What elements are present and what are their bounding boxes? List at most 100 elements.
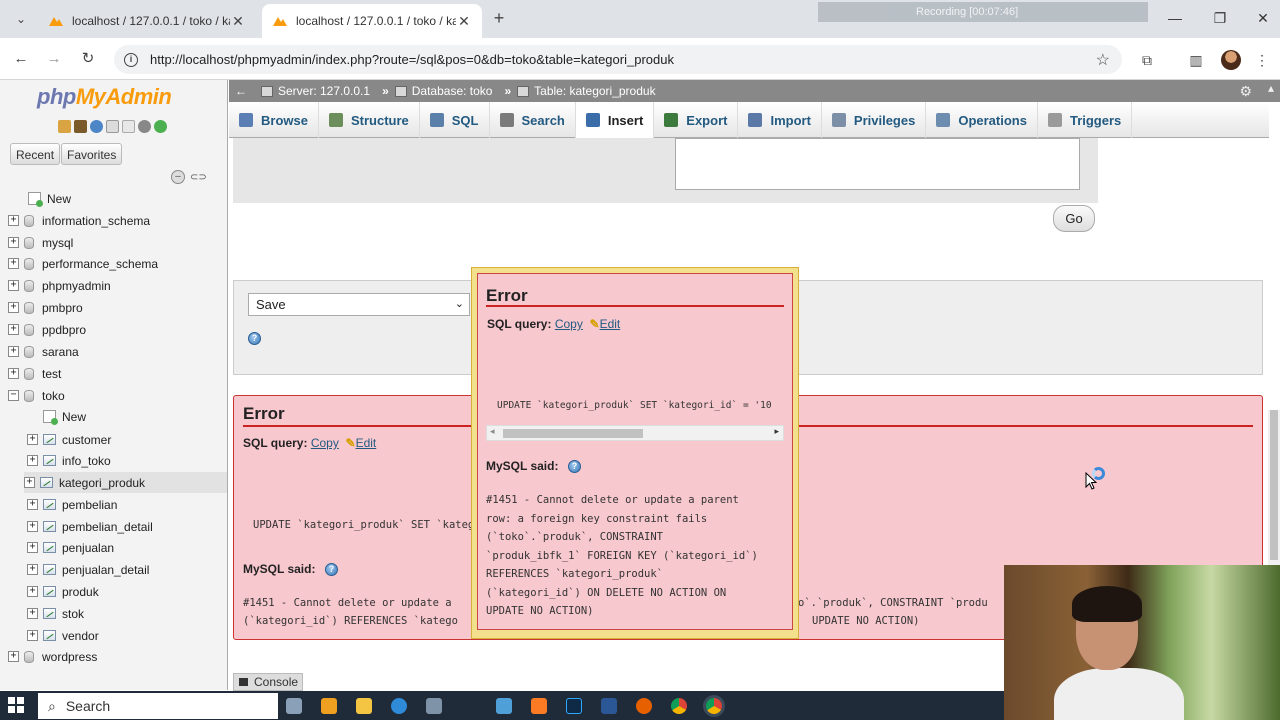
expand-icon[interactable]: + (8, 280, 19, 291)
expand-icon[interactable]: + (8, 237, 19, 248)
copy-icon[interactable] (122, 120, 135, 133)
tab-export[interactable]: Export (654, 102, 739, 138)
expand-icon[interactable]: + (8, 324, 19, 335)
tree-database-item[interactable]: + test (8, 363, 61, 384)
scroll-up-icon[interactable]: ▴ (1268, 81, 1274, 95)
docs-icon[interactable] (106, 120, 119, 133)
sublime-icon[interactable] (321, 698, 337, 714)
expand-icon[interactable]: + (27, 499, 38, 510)
tab-sql[interactable]: SQL (420, 102, 490, 138)
tree-table-item[interactable]: + pembelian_detail (27, 516, 153, 537)
chrome-active-icon[interactable] (706, 698, 722, 714)
settings-icon[interactable] (138, 120, 151, 133)
help-icon[interactable]: ? (248, 332, 261, 345)
dialog-copy-link[interactable]: Copy (555, 317, 583, 331)
go-button[interactable]: Go (1053, 205, 1095, 232)
logout-icon[interactable] (74, 120, 87, 133)
tab-search[interactable]: Search (490, 102, 576, 138)
scroll-left-icon[interactable]: ◂ (490, 426, 495, 437)
recent-button[interactable]: Recent (10, 143, 61, 165)
tree-database-item[interactable]: + sarana (8, 341, 79, 362)
collapse-arrow-icon[interactable]: ← (235, 84, 247, 98)
help-icon[interactable]: ? (568, 460, 581, 473)
tree-table-item[interactable]: + pembelian (27, 494, 117, 515)
file-explorer-icon[interactable] (356, 698, 372, 714)
tree-database-item[interactable]: + phpmyadmin (8, 275, 111, 296)
expand-icon[interactable]: + (27, 521, 38, 532)
profile-avatar[interactable] (1221, 50, 1241, 70)
console-toggle[interactable]: Console (233, 673, 303, 691)
close-tab-icon[interactable]: ✕ (230, 13, 246, 30)
back-icon[interactable]: ← (10, 48, 32, 70)
home-icon[interactable] (58, 120, 71, 133)
expand-icon[interactable]: + (8, 346, 19, 357)
maximize-icon[interactable]: ❐ (1205, 6, 1235, 30)
tree-table-item[interactable]: + info_toko (27, 450, 111, 471)
tab-import[interactable]: Import (738, 102, 822, 138)
breadcrumb-database[interactable]: Database: toko (394, 84, 492, 98)
help-icon[interactable]: ? (325, 563, 338, 576)
tree-table-item[interactable]: + penjualan_detail (27, 559, 149, 580)
menu-icon[interactable]: ⋮ (1252, 50, 1272, 70)
address-bar[interactable]: i http://localhost/phpmyadmin/index.php?… (114, 45, 1122, 74)
expand-icon[interactable]: + (27, 630, 38, 641)
tab-insert[interactable]: Insert (575, 102, 655, 138)
expand-icon[interactable]: + (8, 215, 19, 226)
tab-structure[interactable]: Structure (319, 102, 420, 138)
reload-icon[interactable]: ↻ (77, 48, 99, 70)
site-info-icon[interactable]: i (124, 52, 138, 67)
scrollbar-thumb[interactable] (503, 429, 643, 438)
tree-table-item[interactable]: + penjualan (27, 537, 114, 558)
firefox-icon[interactable] (636, 698, 652, 714)
vertical-scrollbar[interactable] (1268, 410, 1280, 570)
browser-tab-1[interactable]: localhost / 127.0.0.1 / toko / ka ✕ (38, 4, 256, 38)
link-with-main-icon[interactable]: ⊂⊃ (190, 172, 207, 183)
tab-browse[interactable]: Browse (229, 102, 319, 138)
tab-triggers[interactable]: Triggers (1038, 102, 1133, 138)
edge-icon[interactable] (391, 698, 407, 714)
expand-icon[interactable]: + (27, 455, 38, 466)
scroll-right-icon[interactable]: ▸ (774, 426, 779, 437)
close-tab-icon[interactable]: ✕ (456, 13, 472, 30)
breadcrumb-server[interactable]: Server: 127.0.0.1 (261, 84, 370, 98)
tree-database-item[interactable]: − toko (8, 385, 65, 406)
expand-icon[interactable]: + (8, 368, 19, 379)
tree-table-item[interactable]: + customer (27, 429, 111, 450)
tree-database-item[interactable]: + information_schema (8, 210, 150, 231)
tree-table-item[interactable]: + vendor (27, 625, 99, 646)
tree-table-item[interactable]: + stok (27, 603, 84, 624)
new-tab-button[interactable]: + (488, 8, 510, 30)
app-icon[interactable] (496, 698, 512, 714)
bookmark-star-icon[interactable]: ☆ (1096, 50, 1110, 70)
save-select[interactable]: Save ⌄ (248, 293, 470, 316)
edit-link[interactable]: Edit (356, 436, 377, 450)
scrollbar-thumb[interactable] (1270, 410, 1278, 560)
side-panel-icon[interactable]: ▥ (1186, 50, 1206, 70)
forward-icon[interactable]: → (43, 48, 65, 70)
tab-search-icon[interactable]: ⌄ (10, 10, 32, 28)
tree-item-new[interactable]: New (27, 406, 86, 427)
tree-item-new[interactable]: New (28, 188, 71, 209)
task-view-icon[interactable] (286, 698, 302, 714)
horizontal-scrollbar[interactable]: ◂ ▸ (486, 425, 784, 441)
expand-icon[interactable]: + (27, 542, 38, 553)
close-window-icon[interactable]: ✕ (1248, 6, 1278, 30)
breadcrumb-table[interactable]: Table: kategori_produk (517, 84, 656, 98)
favorites-button[interactable]: Favorites (61, 143, 123, 165)
phpmyadmin-logo[interactable]: phpMyAdmin (37, 84, 172, 110)
help-icon[interactable] (90, 120, 103, 133)
tree-database-item[interactable]: + ppdbpro (8, 319, 86, 340)
expand-icon[interactable]: + (27, 586, 38, 597)
expand-icon[interactable]: + (8, 258, 19, 269)
expand-icon[interactable]: + (27, 564, 38, 575)
tree-table-item[interactable]: + kategori_produk (24, 472, 227, 493)
tree-database-item[interactable]: + performance_schema (8, 253, 158, 274)
app-icon[interactable] (426, 698, 442, 714)
expand-icon[interactable]: − (8, 390, 19, 401)
collapse-all-icon[interactable]: – (171, 170, 185, 184)
copy-link[interactable]: Copy (311, 436, 339, 450)
extensions-icon[interactable]: ⧉ (1137, 50, 1157, 70)
tree-database-item[interactable]: + mysql (8, 232, 73, 253)
tree-table-item[interactable]: + produk (27, 581, 99, 602)
tab-privileges[interactable]: Privileges (822, 102, 927, 138)
